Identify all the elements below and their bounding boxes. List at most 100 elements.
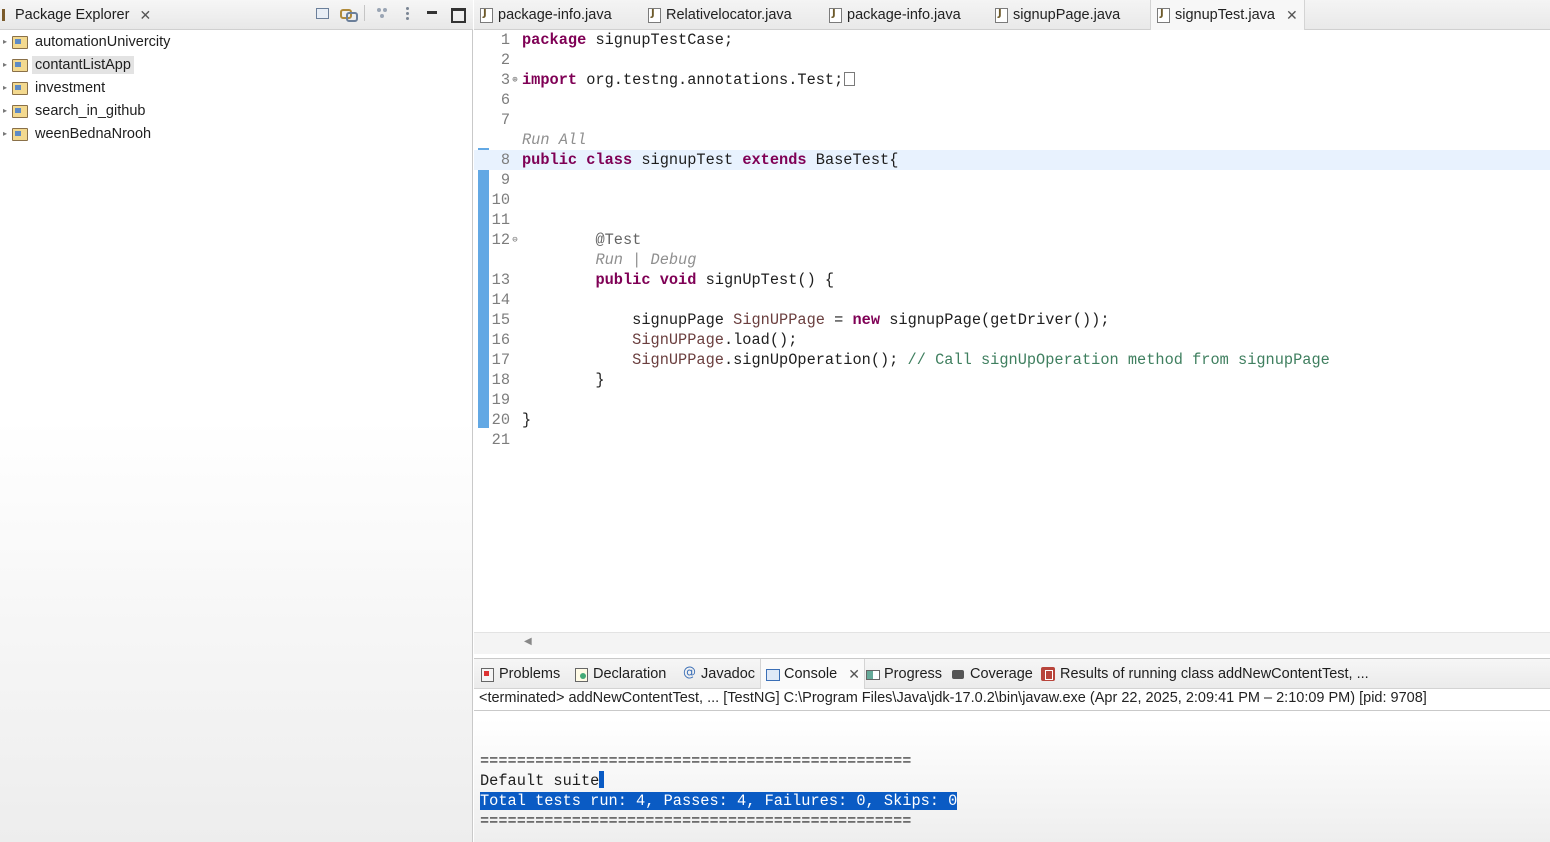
expand-arrow-icon[interactable]: ▸	[0, 106, 10, 115]
code-line: 1 package signupTestCase;	[474, 30, 1550, 50]
code-area[interactable]: 1 package signupTestCase; 2 3 ⊕ import org.te…	[474, 30, 1550, 450]
code-text: signupPage SignUPPage = new signupPage(g…	[522, 310, 1109, 330]
panel-tab-label: Console	[784, 666, 838, 682]
code-text: public void signUpTest() {	[522, 270, 834, 290]
code-token: signUpTest() {	[696, 271, 835, 289]
line-number: 15	[491, 311, 510, 329]
line-number: 21	[491, 431, 510, 449]
panel-tab-label: Coverage	[970, 666, 1033, 682]
editor-tab[interactable]: signupTest.java ✕	[1150, 0, 1305, 30]
close-tab-icon[interactable]: ✕	[848, 666, 860, 683]
editor-tab-label: Relativelocator.java	[666, 7, 792, 23]
code-token: public	[595, 271, 651, 289]
fold-collapse-icon[interactable]: ⊖	[510, 230, 520, 250]
code-token: class	[586, 151, 633, 169]
text-cursor	[599, 771, 605, 788]
code-lens-link[interactable]: Run All	[522, 131, 586, 149]
editor-tab[interactable]: Relativelocator.java	[648, 0, 792, 30]
code-line: 13 public void signUpTest() {	[474, 270, 1550, 290]
code-token: new	[852, 311, 881, 329]
line-number: 8	[500, 151, 510, 169]
java-project-icon	[10, 57, 28, 73]
link-with-editor-icon[interactable]	[339, 5, 358, 22]
expand-arrow-icon[interactable]: ▸	[0, 60, 10, 69]
code-token: extends	[742, 151, 807, 169]
editor-tab-label: signupPage.java	[1013, 7, 1121, 23]
tree-item-project[interactable]: ▸ investment	[0, 76, 473, 99]
line-number: 6	[500, 91, 510, 109]
project-label: investment	[35, 79, 106, 96]
problems-icon	[480, 667, 494, 682]
code-token: import	[522, 71, 578, 89]
panel-tab-label: Declaration	[593, 666, 667, 682]
panel-tab[interactable]: Coverage	[951, 659, 1033, 689]
line-number: 18	[491, 371, 510, 389]
project-label: automationUnivercity	[35, 33, 171, 50]
line-number: 17	[491, 351, 510, 369]
project-label: contantListApp	[32, 55, 134, 74]
expand-arrow-icon[interactable]: ▸	[0, 37, 10, 46]
close-tab-icon[interactable]: ✕	[1286, 7, 1298, 24]
line-number: 3	[500, 71, 510, 89]
expand-arrow-icon[interactable]: ▸	[0, 83, 10, 92]
folded-region-icon[interactable]	[844, 72, 856, 86]
code-line: 12 ⊖ @Test	[474, 230, 1550, 250]
editor-tab[interactable]: package-info.java	[480, 0, 612, 30]
code-token: .signUpOperation();	[723, 351, 908, 369]
tree-item-project[interactable]: ▸ contantListApp	[0, 53, 473, 76]
panel-tab[interactable]: Progress	[865, 659, 942, 689]
editor-tab[interactable]: signupPage.java	[995, 0, 1120, 30]
bottom-tabbar: Problems Declaration Javadoc Console ✕ Progre…	[474, 659, 1550, 689]
project-label: search_in_github	[35, 102, 146, 119]
code-lens-link[interactable]: Run | Debug	[595, 251, 696, 269]
tree-item-project[interactable]: ▸ search_in_github	[0, 99, 473, 122]
minimize-icon[interactable]	[424, 5, 440, 21]
code-text: }	[522, 370, 604, 390]
line-number: 7	[500, 111, 510, 129]
filter-icon[interactable]	[374, 5, 390, 21]
code-token: org.testng.annotations.Test;	[577, 71, 844, 89]
maximize-icon[interactable]	[449, 5, 466, 23]
panel-tab-label: Results of running class addNewContentTe…	[1060, 666, 1369, 682]
package-explorer-tab[interactable]: Package Explorer ✕	[0, 0, 157, 30]
code-line: 15 signupPage SignUPPage = new signupPag…	[474, 310, 1550, 330]
code-token: SignUPPage	[632, 331, 724, 349]
code-token: .load();	[723, 331, 798, 349]
java-project-icon	[10, 80, 28, 96]
code-token: BaseTest{	[806, 151, 899, 169]
panel-tab-label: Javadoc	[701, 666, 756, 682]
java-project-icon	[10, 34, 28, 50]
code-line: 9	[474, 170, 1550, 190]
code-token: public	[522, 151, 578, 169]
console-output[interactable]: ========================================…	[480, 751, 958, 831]
tree-item-project[interactable]: ▸ weenBednaNrooh	[0, 122, 473, 145]
view-menu-icon[interactable]	[399, 5, 415, 21]
code-text: SignUPPage.load();	[522, 330, 797, 350]
scroll-left-icon[interactable]: ◀	[524, 636, 532, 647]
fold-expand-icon[interactable]: ⊕	[510, 70, 520, 90]
expand-arrow-icon[interactable]: ▸	[0, 129, 10, 138]
project-tree: ▸ automationUnivercity ▸ contantListApp ▸ inv…	[0, 30, 473, 145]
line-number: 14	[491, 291, 510, 309]
panel-tab[interactable]: Problems	[480, 659, 560, 689]
code-token: package	[522, 31, 587, 49]
code-line: 10	[474, 190, 1550, 210]
code-lens-line: Run All	[474, 130, 1550, 150]
editor-tab[interactable]: package-info.java	[829, 0, 961, 30]
tree-item-project[interactable]: ▸ automationUnivercity	[0, 30, 473, 53]
panel-tab[interactable]: Declaration	[574, 659, 666, 689]
panel-tab-label: Problems	[499, 666, 561, 682]
panel-tab[interactable]: Console ✕	[760, 659, 865, 689]
panel-tab[interactable]: Javadoc	[682, 659, 755, 689]
java-file-icon	[1157, 7, 1170, 23]
collapse-all-icon[interactable]	[314, 5, 330, 21]
close-icon[interactable]: ✕	[139, 7, 151, 24]
console-rule-top: ========================================…	[480, 752, 912, 770]
panel-tab[interactable]: Results of running class addNewContentTe…	[1041, 659, 1369, 689]
line-number: 16	[491, 331, 510, 349]
horizontal-scrollbar[interactable]: ◀	[474, 632, 1550, 654]
code-line: 18 }	[474, 370, 1550, 390]
line-number: 13	[491, 271, 510, 289]
